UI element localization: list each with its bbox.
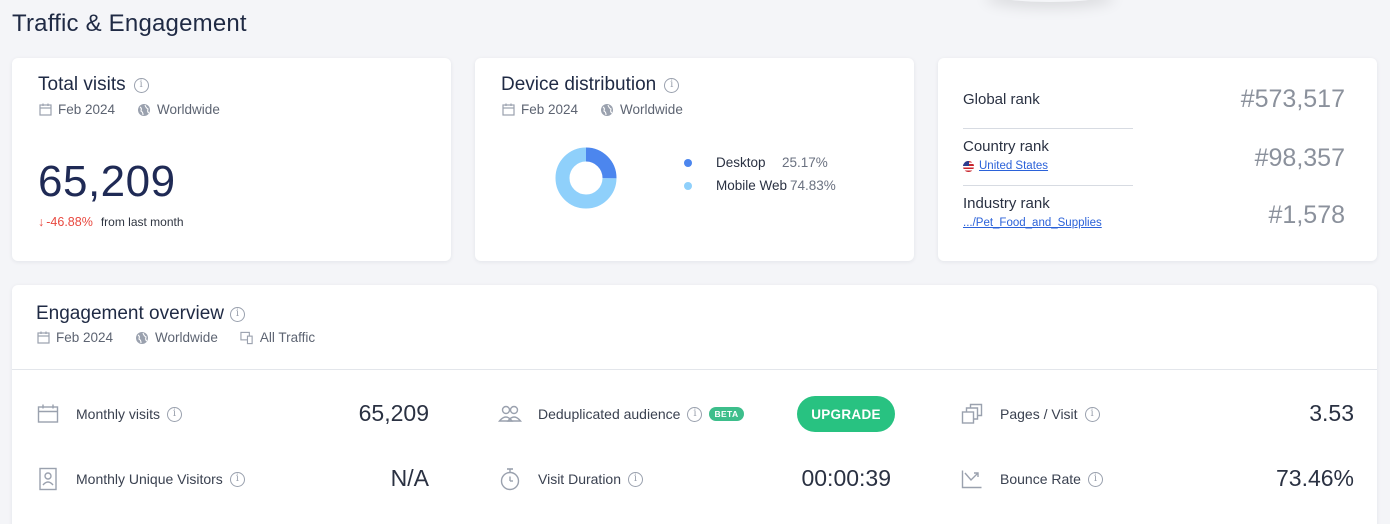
country-link[interactable]: United States (979, 160, 1048, 172)
pages-icon (960, 402, 984, 426)
divider (963, 128, 1133, 129)
region-label: Worldwide (157, 102, 220, 117)
bounce-rate-label: Bounce Rate (1000, 471, 1081, 487)
bounce-icon (960, 467, 984, 491)
engagement-overview-card: Engagement overview i Feb 2024 Worldwide… (12, 285, 1377, 524)
change-percent: -46.88% (46, 215, 93, 229)
legend-item-mobile-web[interactable]: Mobile Web 74.83% (684, 178, 836, 193)
ranks-card: Global rank #573,517 Country rank United… (938, 58, 1377, 261)
visit-duration-label: Visit Duration (538, 471, 622, 487)
global-rank-row: Global rank #573,517 (963, 85, 1353, 113)
globe-icon (135, 331, 149, 345)
beta-badge: BETA (709, 407, 744, 421)
visit-duration-metric: Visit Duration i (498, 464, 644, 494)
device-distribution-card: Device distribution i Feb 2024 Worldwide… (475, 58, 914, 261)
date-label: Feb 2024 (58, 102, 116, 117)
info-icon[interactable]: i (230, 306, 245, 322)
bounce-rate-value: 73.46% (1275, 465, 1354, 491)
floating-element-shadow (985, 0, 1115, 2)
industry-rank-row: Industry rank .../Pet_Food_and_Supplies … (963, 195, 1353, 229)
change-text: from last month (100, 215, 184, 229)
industry-link[interactable]: .../Pet_Food_and_Supplies (963, 217, 1102, 229)
device-distribution-title: Device distribution (501, 74, 657, 95)
monthly-visits-metric: Monthly visits i (36, 399, 183, 429)
page-title: Traffic & Engagement (12, 10, 247, 37)
unique-visitors-metric: Monthly Unique Visitors i (36, 464, 245, 494)
region-label: Worldwide (155, 330, 218, 345)
legend-desktop-pct: 25.17% (782, 155, 828, 170)
info-icon[interactable]: i (133, 77, 149, 93)
globe-icon (600, 103, 614, 117)
upgrade-button[interactable]: UPGRADE (797, 396, 895, 432)
info-icon[interactable]: i (1087, 471, 1103, 487)
legend-item-desktop[interactable]: Desktop 25.17% (684, 155, 836, 170)
traffic-label: All Traffic (259, 330, 316, 345)
calendar-icon (501, 103, 515, 117)
divider (963, 185, 1133, 186)
engagement-title: Engagement overview (36, 303, 224, 324)
monthly-visits-value: 65,209 (358, 400, 429, 426)
info-icon[interactable]: i (229, 471, 245, 487)
info-icon[interactable]: i (1084, 406, 1100, 422)
unique-visitors-label: Monthly Unique Visitors (76, 471, 223, 487)
calendar-icon (36, 402, 60, 426)
desktop-dot (684, 158, 692, 167)
monthly-visits-label: Monthly visits (76, 406, 161, 422)
users-icon (498, 402, 522, 426)
arrow-down-icon: ↓ (38, 215, 45, 229)
region-label: Worldwide (620, 102, 683, 117)
legend-mobile-web-pct: 74.83% (790, 178, 836, 193)
calendar-icon (36, 331, 50, 345)
legend-mobile-web-label: Mobile Web (716, 178, 788, 193)
info-icon[interactable]: i (167, 406, 183, 422)
info-icon[interactable]: i (664, 77, 680, 93)
legend-desktop-label: Desktop (716, 155, 766, 170)
pages-visit-value: 3.53 (1309, 400, 1354, 426)
unique-visitors-value: N/A (390, 465, 429, 491)
globe-icon (137, 103, 151, 117)
pages-visit-label: Pages / Visit (1000, 406, 1078, 422)
date-label: Feb 2024 (56, 330, 114, 345)
country-rank-row: Country rank United States #98,357 (963, 138, 1353, 172)
bounce-rate-metric: Bounce Rate i (960, 464, 1103, 494)
us-flag-icon (963, 160, 974, 172)
dedup-audience-label: Deduplicated audience (538, 406, 681, 422)
industry-rank-value: #1,578 (1268, 201, 1345, 229)
country-rank-value: #98,357 (1254, 144, 1345, 172)
device-donut-chart[interactable] (555, 147, 617, 209)
mobile-web-dot (684, 181, 692, 190)
info-icon[interactable]: i (687, 406, 703, 422)
date-label: Feb 2024 (521, 102, 579, 117)
visit-duration-value: 00:00:39 (801, 465, 891, 491)
total-visits-value: 65,209 (38, 157, 176, 206)
total-visits-card: Total visits i Feb 2024 Worldwide 65,209… (12, 58, 451, 261)
total-visits-title: Total visits (38, 74, 126, 95)
dedup-audience-metric: Deduplicated audience i BETA (498, 399, 744, 429)
id-badge-icon (36, 467, 60, 491)
global-rank-value: #573,517 (1240, 85, 1345, 113)
pages-visit-metric: Pages / Visit i (960, 399, 1100, 429)
devices-icon (240, 331, 254, 345)
info-icon[interactable]: i (628, 471, 644, 487)
calendar-icon (38, 103, 52, 117)
stopwatch-icon (498, 467, 522, 491)
